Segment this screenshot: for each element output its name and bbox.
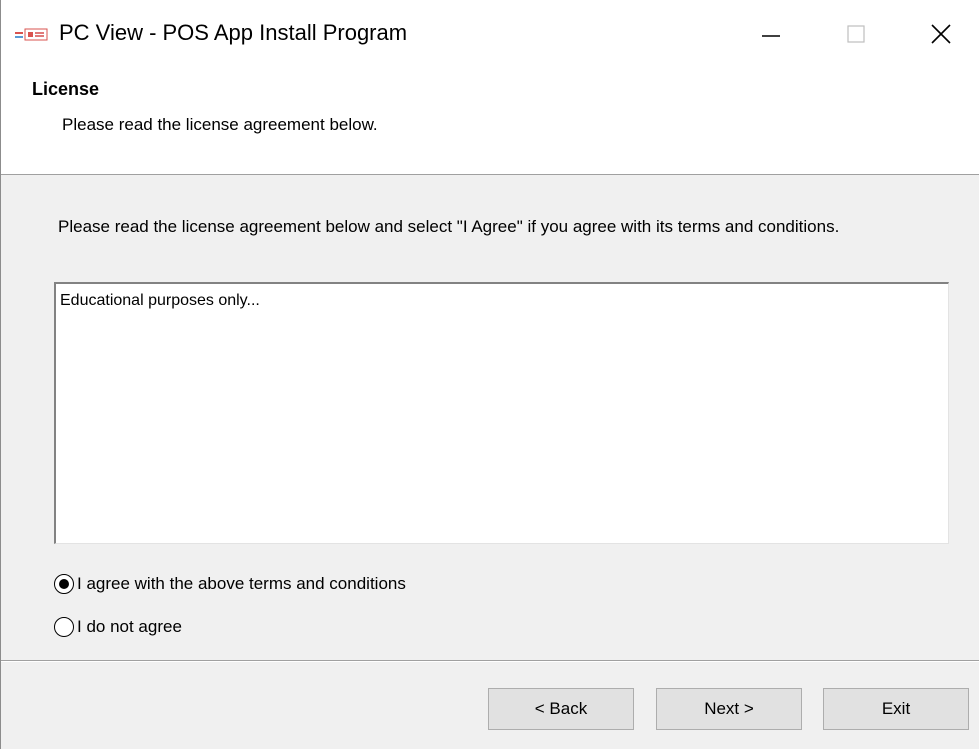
footer-separator xyxy=(1,660,979,662)
page-subtitle: Please read the license agreement below. xyxy=(62,115,378,134)
instructions-text: Please read the license agreement below … xyxy=(58,217,840,236)
agree-radio[interactable] xyxy=(54,574,74,594)
agree-option[interactable]: I agree with the above terms and conditi… xyxy=(54,570,406,598)
installer-window: PC View - POS App Install Program Licens… xyxy=(0,0,979,749)
page-header: License Please read the license agreemen… xyxy=(1,68,979,175)
close-icon xyxy=(931,24,951,44)
back-button[interactable]: < Back xyxy=(488,688,634,730)
pos-app-icon xyxy=(15,28,48,41)
disagree-option[interactable]: I do not agree xyxy=(54,613,182,641)
license-textbox[interactable]: Educational purposes only... xyxy=(54,282,949,544)
window-title: PC View - POS App Install Program xyxy=(59,20,408,45)
agree-label[interactable]: I agree with the above terms and conditi… xyxy=(77,574,406,594)
minimize-icon xyxy=(762,35,780,37)
disagree-radio[interactable] xyxy=(54,617,74,637)
radio-selected-dot xyxy=(59,579,69,589)
maximize-icon xyxy=(847,25,865,43)
minimize-button[interactable] xyxy=(736,10,806,58)
disagree-label[interactable]: I do not agree xyxy=(77,617,182,637)
title-bar[interactable]: PC View - POS App Install Program xyxy=(1,0,979,68)
close-button[interactable] xyxy=(906,10,976,58)
license-text: Educational purposes only... xyxy=(60,292,260,309)
exit-button[interactable]: Exit xyxy=(823,688,969,730)
maximize-button[interactable] xyxy=(821,10,891,58)
next-button[interactable]: Next > xyxy=(656,688,802,730)
page-title: License xyxy=(32,79,100,99)
